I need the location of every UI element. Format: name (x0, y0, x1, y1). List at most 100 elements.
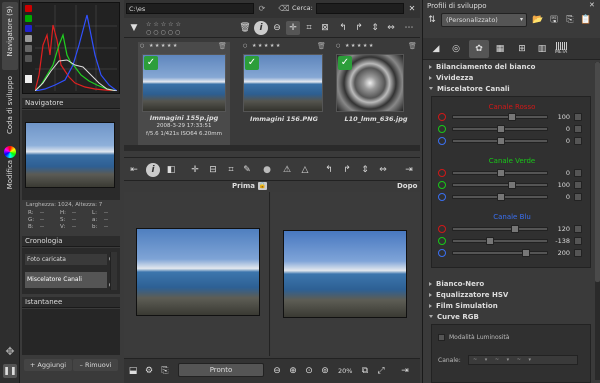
rotate-left-icon[interactable]: ↰ (336, 21, 350, 35)
save-icon[interactable]: ⬓ (126, 364, 140, 378)
slider-knob[interactable] (507, 181, 516, 189)
reset-button[interactable] (574, 237, 582, 245)
white-balance-picker-icon[interactable]: ⊟ (206, 163, 220, 177)
slider-value[interactable]: 100 (548, 181, 570, 189)
trash-icon[interactable]: 🗑 (218, 42, 227, 50)
collapse-left-icon[interactable]: ⇤ (127, 163, 141, 177)
reset-button[interactable] (574, 125, 582, 133)
slider-knob[interactable] (507, 113, 516, 121)
blue-slider[interactable] (452, 249, 548, 257)
slider-knob[interactable] (511, 225, 520, 233)
thumbnail-card[interactable]: ○ ★★★★★ 🗑 ✓ Immagini 156.PNG (241, 42, 327, 136)
green-slider[interactable] (452, 237, 548, 245)
chroma-toggle[interactable] (25, 45, 32, 52)
warning-outline-icon[interactable]: △ (298, 163, 312, 177)
slider-value[interactable]: 0 (548, 125, 570, 133)
rotate-right-icon[interactable]: ↱ (352, 21, 366, 35)
trash-icon[interactable]: 🗑 (317, 42, 326, 50)
raw-tab-icon[interactable]: ▥ (535, 42, 549, 56)
reset-button[interactable] (574, 249, 582, 257)
slider-value[interactable]: 120 (548, 225, 570, 233)
flip-horizontal-icon[interactable]: ⇔ (376, 163, 390, 177)
collapse-right-icon[interactable]: ⇥ (402, 163, 416, 177)
history-item[interactable]: Foto caricata (25, 254, 107, 265)
tool-hsv-equalizer[interactable]: Equalizzatore HSV (427, 291, 508, 299)
flip-vertical-icon[interactable]: ⇕ (368, 21, 382, 35)
reset-button[interactable] (574, 193, 582, 201)
zoom-out-icon[interactable]: ⊖ (270, 364, 284, 378)
history-scrollbar[interactable] (110, 252, 117, 290)
add-snapshot-button[interactable]: + Aggiungi (24, 359, 72, 371)
flip-horizontal-icon[interactable]: ⇔ (384, 21, 398, 35)
color-picker-icon[interactable]: ✎ (240, 163, 254, 177)
straighten-icon[interactable]: ⊠ (318, 21, 332, 35)
warning-icon[interactable]: ⚠ (280, 163, 294, 177)
color-tab-icon[interactable]: ✿ (469, 40, 489, 58)
reset-button[interactable] (574, 225, 582, 233)
flip-vertical-icon[interactable]: ⇕ (358, 163, 372, 177)
transform-tab-icon[interactable]: ⊞ (515, 42, 529, 56)
tab-navigator[interactable]: Navigatore (9) (2, 2, 18, 70)
detail-window-icon[interactable]: ⧉ (358, 364, 372, 378)
close-icon[interactable]: ✕ (589, 1, 595, 9)
slider-knob[interactable] (497, 125, 505, 133)
profile-type-icon[interactable]: ⇅ (425, 13, 439, 27)
curve-type-selects[interactable]: ~ ▾ ~ ▾ ~ ▾ (468, 355, 578, 365)
color-wheel-icon[interactable] (4, 146, 16, 158)
path-input[interactable]: C:\es (126, 3, 254, 14)
slider-value[interactable]: 0 (548, 137, 570, 145)
fullscreen-icon[interactable]: ⤢ (374, 364, 388, 378)
blue-toggle[interactable] (25, 25, 32, 32)
tab-edit[interactable]: Modifica (2, 160, 18, 192)
slider-value[interactable]: 100 (548, 113, 570, 121)
filter-icon[interactable]: ▼ (127, 21, 141, 35)
before-after-icon[interactable]: ◧ (164, 163, 178, 177)
star-filter-icons[interactable]: ☆☆☆☆☆ (146, 21, 183, 28)
exposure-tab-icon[interactable]: ◢ (429, 42, 443, 56)
tool-white-balance[interactable]: Bilanciamento del bianco (427, 63, 535, 71)
lock-icon[interactable]: 🔒 (258, 182, 267, 190)
more-icon[interactable]: ⋯ (402, 21, 416, 35)
snapshots-header[interactable]: Istantanee (22, 297, 120, 308)
copy-profile-icon[interactable]: ⎘ (563, 13, 577, 27)
slider-knob[interactable] (497, 137, 505, 145)
after-pane[interactable] (271, 192, 420, 356)
save-profile-icon[interactable]: 🖫 (547, 13, 561, 27)
detail-tab-icon[interactable]: ◎ (449, 42, 463, 56)
luminance-toggle[interactable] (25, 35, 32, 42)
editor-icon[interactable]: ⎘ (158, 364, 172, 378)
blue-slider[interactable] (452, 137, 548, 145)
color-label-icons[interactable]: ○○○○○ (146, 29, 182, 36)
star-rating[interactable]: ○ ★★★★★ (140, 43, 179, 49)
slider-knob[interactable] (486, 237, 495, 245)
profile-select[interactable]: (Personalizzato) ▾ (441, 13, 527, 27)
open-profile-icon[interactable]: 📂 (531, 13, 545, 27)
refresh-icon[interactable]: ⟳ (256, 3, 268, 14)
bar-toggle[interactable] (25, 75, 32, 83)
slider-value[interactable]: 0 (548, 193, 570, 201)
thumbnail-card[interactable]: ○ ★★★★★ 🗑 ✓ L10_lmm_636.jpg (334, 42, 418, 136)
red-slider[interactable] (452, 169, 548, 177)
tab-queue[interactable]: Coda di sviluppo (2, 72, 18, 142)
wavelet-tab-icon[interactable]: ▦ (493, 42, 507, 56)
dark-circle-icon[interactable]: ● (260, 163, 274, 177)
remove-snapshot-button[interactable]: – Rimuovi (73, 359, 118, 371)
zoom-fit-icon[interactable]: ⊙ (302, 364, 316, 378)
tool-vibrance[interactable]: Vividezza (427, 74, 473, 82)
crop-icon[interactable]: ⌗ (302, 21, 316, 35)
hand-tool-icon[interactable]: ✛ (188, 163, 202, 177)
hand-tool-icon[interactable]: ✛ (286, 21, 300, 35)
tool-scrollbar[interactable] (595, 62, 600, 380)
info-icon[interactable]: i (254, 21, 268, 35)
green-toggle[interactable] (25, 15, 32, 22)
navigator-header[interactable]: Navigatore (22, 98, 120, 109)
trash-icon[interactable]: 🗑 (408, 42, 417, 50)
rotate-left-icon[interactable]: ↰ (322, 163, 336, 177)
history-item-selected[interactable]: Miscelatore Canali (25, 272, 107, 288)
luminosity-checkbox[interactable] (438, 334, 445, 341)
tool-channel-mixer[interactable]: Miscelatore Canali (427, 85, 510, 93)
rotate-right-icon[interactable]: ↱ (340, 163, 354, 177)
move-icon[interactable]: ✥ (4, 346, 16, 358)
blue-slider[interactable] (452, 193, 548, 201)
paste-profile-icon[interactable]: 📋 (579, 13, 593, 27)
